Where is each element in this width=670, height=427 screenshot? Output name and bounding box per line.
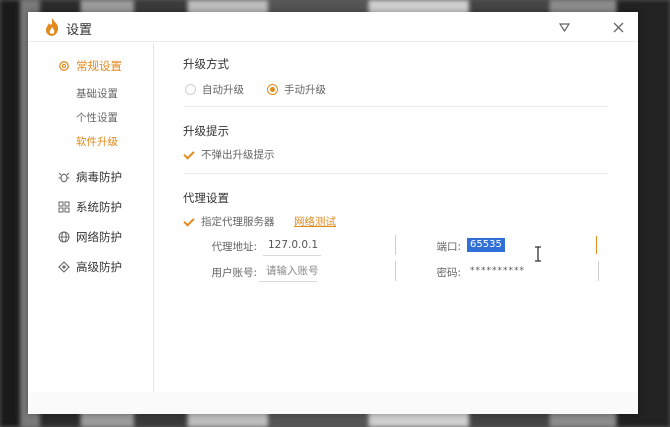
- title-bar: 设置: [28, 12, 638, 42]
- suppress-upgrade-tip-checkbox[interactable]: 不弹出升级提示: [183, 147, 275, 162]
- column-separator: [598, 261, 599, 281]
- manual-upgrade-radio[interactable]: 手动升级: [267, 82, 326, 97]
- app-logo-icon: [46, 18, 59, 36]
- sidebar-item-virus-protection[interactable]: 病毒防护: [58, 167, 122, 187]
- section-divider: [183, 173, 608, 174]
- sidebar-item-label: 系统防护: [76, 200, 122, 214]
- checkbox-label: 不弹出升级提示: [201, 149, 275, 161]
- use-proxy-checkbox[interactable]: 指定代理服务器: [183, 214, 275, 229]
- sidebar-subitem-personal-settings[interactable]: 个性设置: [76, 110, 118, 126]
- user-account-label: 用户账号:: [211, 267, 257, 279]
- radio-label: 自动升级: [202, 84, 244, 96]
- sidebar-item-label: 常规设置: [76, 59, 122, 73]
- window-title: 设置: [66, 23, 93, 38]
- user-account-input[interactable]: 请输入账号: [263, 262, 319, 280]
- port-input[interactable]: 65535: [465, 236, 597, 254]
- proxy-address-label: 代理地址:: [211, 241, 257, 253]
- sidebar-item-advanced-protection[interactable]: 高级防护: [58, 257, 122, 277]
- user-underline: [259, 281, 317, 282]
- radio-label: 手动升级: [284, 84, 326, 96]
- sidebar-subitem-software-upgrade[interactable]: 软件升级: [76, 134, 118, 150]
- close-button[interactable]: [607, 16, 629, 38]
- settings-window: 设置 常规设置 基础设置 个性设置 软件升级 病毒防护 系统防护 网络防护 高级…: [28, 12, 638, 414]
- globe-icon: [58, 231, 70, 243]
- diamond-icon: [58, 261, 70, 273]
- checkmark-icon: [183, 216, 195, 228]
- proxy-address-input[interactable]: 127.0.0.1: [265, 236, 318, 254]
- column-separator: [395, 261, 396, 281]
- column-separator: [395, 235, 396, 255]
- menu-dropdown-button[interactable]: [553, 16, 575, 38]
- sidebar-item-label: 网络防护: [76, 230, 122, 244]
- section-divider: [183, 106, 608, 107]
- upgrade-tip-title: 升级提示: [183, 124, 229, 138]
- bug-icon: [58, 172, 70, 183]
- sidebar-item-system-protection[interactable]: 系统防护: [58, 197, 122, 217]
- sidebar-item-general-settings[interactable]: 常规设置: [58, 56, 122, 76]
- address-underline: [263, 255, 321, 256]
- network-test-link[interactable]: 网络测试: [294, 214, 336, 229]
- sidebar-item-network-protection[interactable]: 网络防护: [58, 227, 122, 247]
- radio-indicator: [185, 84, 196, 95]
- checkbox-label: 指定代理服务器: [201, 216, 275, 228]
- text-cursor-icon: [535, 246, 541, 262]
- sidebar-item-label: 高级防护: [76, 260, 122, 274]
- grid-icon: [58, 201, 70, 213]
- password-input[interactable]: **********: [467, 262, 547, 280]
- triangle-down-icon: [558, 22, 570, 32]
- port-label: 端口:: [436, 241, 461, 253]
- settings-content: 升级方式 自动升级 手动升级 升级提示 不弹出升级提示 代理设置 指定代理服务器…: [155, 43, 638, 414]
- upgrade-mode-title: 升级方式: [183, 57, 229, 71]
- port-selected-text: 65535: [467, 238, 505, 252]
- sidebar-item-label: 病毒防护: [76, 170, 122, 184]
- auto-upgrade-radio[interactable]: 自动升级: [185, 82, 244, 97]
- sidebar-subitem-basic-settings[interactable]: 基础设置: [76, 86, 118, 102]
- close-icon: [613, 22, 623, 32]
- password-label: 密码:: [436, 267, 461, 279]
- sidebar: 常规设置 基础设置 个性设置 软件升级 病毒防护 系统防护 网络防护 高级防护: [28, 43, 154, 392]
- gear-icon: [59, 61, 69, 71]
- window-footer: [28, 392, 638, 414]
- radio-indicator: [267, 84, 278, 95]
- checkmark-icon: [183, 149, 195, 161]
- proxy-settings-title: 代理设置: [183, 191, 229, 205]
